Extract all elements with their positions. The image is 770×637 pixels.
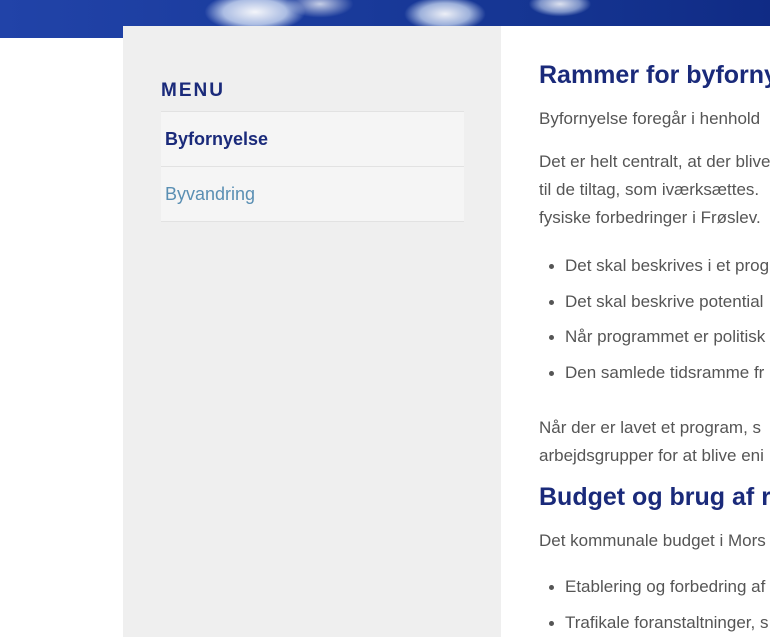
list-item: Det skal beskrive potential [539, 288, 769, 324]
sidebar-item-byvandring[interactable]: Byvandring [161, 167, 464, 222]
section2-intro: Det kommunale budget i Mors [539, 531, 766, 550]
page: MENU Byfornyelse Byvandring Rammer for b… [0, 0, 770, 637]
main-content: Rammer for byforny Byfornyelse foregår i… [501, 26, 770, 637]
list-item: Trafikale foranstaltninger, s [539, 609, 768, 637]
section1-para2-line2: til de tiltag, som iværksættes. [539, 180, 760, 199]
list-item: Når programmet er politisk [539, 323, 769, 359]
section2-bullet-list: Etablering og forbedring af Trafikale fo… [539, 573, 768, 637]
section-heading-budget: Budget og brug af r [539, 483, 770, 511]
section-heading-rammer: Rammer for byforny [539, 61, 770, 89]
list-item: Etablering og forbedring af [539, 573, 768, 609]
sidebar: MENU Byfornyelse Byvandring [123, 26, 501, 637]
section1-intro: Byfornyelse foregår i henhold [539, 109, 761, 128]
menu-heading: MENU [161, 80, 225, 101]
sidebar-menu: Byfornyelse Byvandring [161, 111, 464, 222]
section1-para2-line3: fysiske forbedringer i Frøslev. [539, 208, 761, 227]
section1-para2-line1: Det er helt centralt, at der blive [539, 152, 770, 171]
section1-bullet-list: Det skal beskrives i et prog Det skal be… [539, 252, 769, 394]
list-item: Det skal beskrives i et prog [539, 252, 769, 288]
section1-para3-line1: Når der er lavet et program, s [539, 418, 762, 437]
sidebar-item-byfornyelse[interactable]: Byfornyelse [161, 112, 464, 167]
list-item: Den samlede tidsramme fr [539, 359, 769, 395]
section1-para3-line2: arbejdsgrupper for at blive eni [539, 446, 764, 465]
